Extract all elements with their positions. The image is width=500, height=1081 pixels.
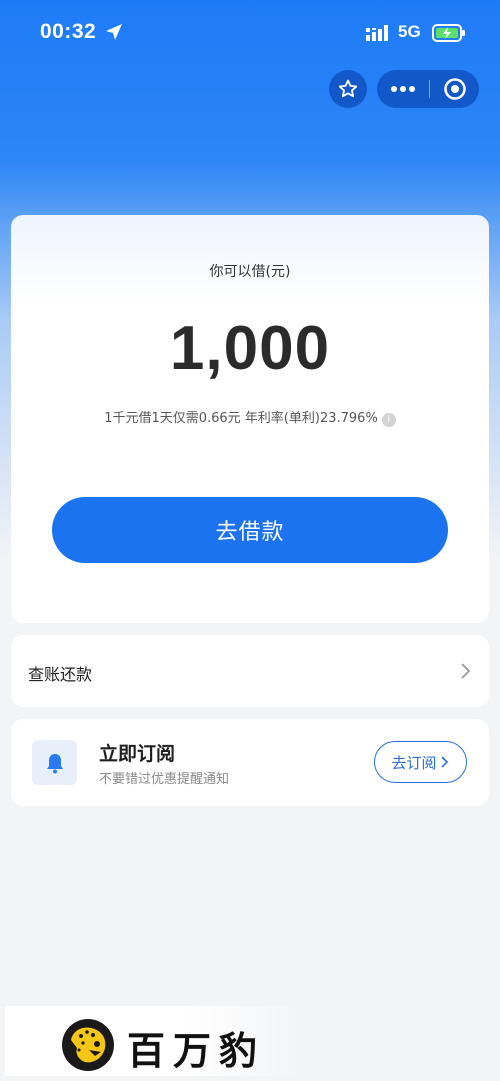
rate-text: 1千元借1天仅需0.66元 年利率(单利)23.796% xyxy=(104,411,378,426)
subscribe-title: 立即订阅 xyxy=(99,743,176,765)
rate-info: 1千元借1天仅需0.66元 年利率(单利)23.796% i xyxy=(11,407,489,427)
info-icon[interactable]: i xyxy=(381,413,396,427)
more-dots-icon xyxy=(391,86,415,92)
repay-label: 查账还款 xyxy=(28,665,93,684)
subscribe-description: 不要错过优惠提醒通知 xyxy=(99,772,230,787)
subscribe-card: 立即订阅 不要错过优惠提醒通知 去订阅 xyxy=(11,719,489,806)
status-bar: 00:32 5G xyxy=(0,0,500,64)
loan-label: 你可以借(元) xyxy=(209,264,291,280)
star-icon xyxy=(338,79,358,98)
network-type: 5G xyxy=(398,22,421,41)
loan-amount: 1,000 xyxy=(169,314,331,383)
close-button[interactable] xyxy=(430,70,479,108)
subscribe-button[interactable]: 去订阅 xyxy=(374,741,467,783)
leopard-logo-icon xyxy=(62,1019,114,1071)
bell-icon-box xyxy=(32,740,77,785)
location-arrow-icon xyxy=(106,24,122,40)
signal-bars-icon xyxy=(366,25,388,41)
brand-watermark: 百万豹 xyxy=(5,1006,305,1076)
target-circle-icon xyxy=(443,78,466,100)
battery-charging-icon xyxy=(432,24,465,42)
brand-name: 百万豹 xyxy=(127,1029,266,1073)
loan-card: 你可以借(元) 1,000 1千元借1天仅需0.66元 年利率(单利)23.79… xyxy=(11,215,489,623)
status-time: 00:32 xyxy=(40,20,97,43)
borrow-button[interactable]: 去借款 xyxy=(52,497,448,563)
more-button[interactable] xyxy=(377,70,429,108)
chevron-right-icon xyxy=(440,756,448,768)
repay-row[interactable]: 查账还款 xyxy=(11,635,489,707)
mini-program-capsule xyxy=(377,70,479,108)
chevron-right-icon xyxy=(461,663,471,679)
favorite-button[interactable] xyxy=(329,70,367,108)
subscribe-button-label: 去订阅 xyxy=(391,753,437,772)
bell-icon xyxy=(46,753,63,773)
